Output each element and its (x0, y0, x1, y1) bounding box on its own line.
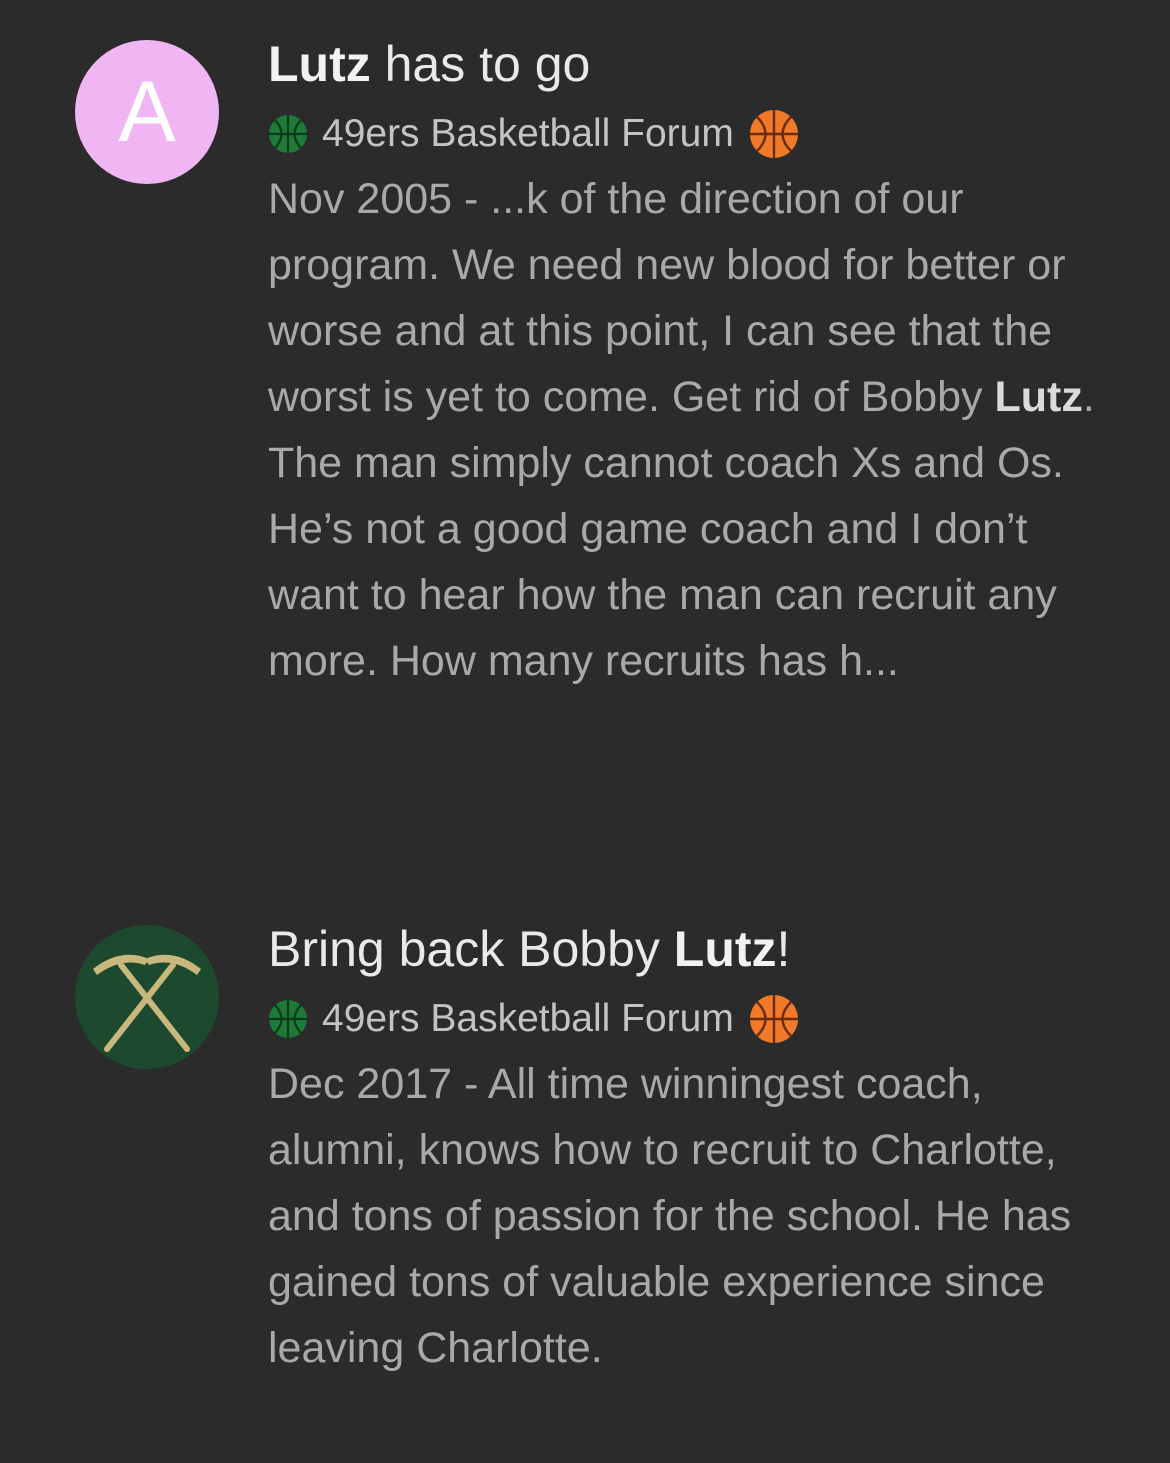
crossed-pickaxes-icon (75, 925, 219, 1069)
result-snippet: Nov 2005 - ...k of the direction of our … (268, 166, 1128, 694)
snippet-highlight: Lutz (994, 373, 1083, 421)
source-row[interactable]: 49ers Basketball Forum (268, 106, 1128, 162)
result-content: Bring back Bobby Lutz! 49ers Basketball … (268, 917, 1128, 1381)
source-name: 49ers Basketball Forum (322, 112, 734, 155)
avatar: A (75, 40, 219, 184)
title-suffix: has to go (370, 36, 591, 92)
result-content: Lutz has to go 49ers Basketball Forum No… (268, 32, 1128, 694)
avatar-letter: A (118, 64, 176, 160)
title-highlight: Lutz (673, 921, 777, 977)
source-row[interactable]: 49ers Basketball Forum (268, 991, 1128, 1047)
source-name: 49ers Basketball Forum (322, 997, 734, 1040)
title-prefix: Bring back Bobby (268, 921, 674, 977)
basketball-emoji-icon (748, 993, 800, 1045)
snippet-prefix: Nov 2005 - ...k of the direction of our … (268, 175, 1066, 421)
result-title-link[interactable]: Lutz has to go (268, 32, 1128, 96)
green-basketball-icon (268, 999, 308, 1039)
result-snippet: Dec 2017 - All time winningest coach, al… (268, 1060, 1072, 1372)
result-title-link[interactable]: Bring back Bobby Lutz! (268, 917, 1128, 981)
title-suffix: ! (776, 921, 791, 977)
basketball-emoji-icon (748, 108, 800, 160)
title-highlight: Lutz (268, 36, 371, 92)
green-basketball-icon (268, 114, 308, 154)
